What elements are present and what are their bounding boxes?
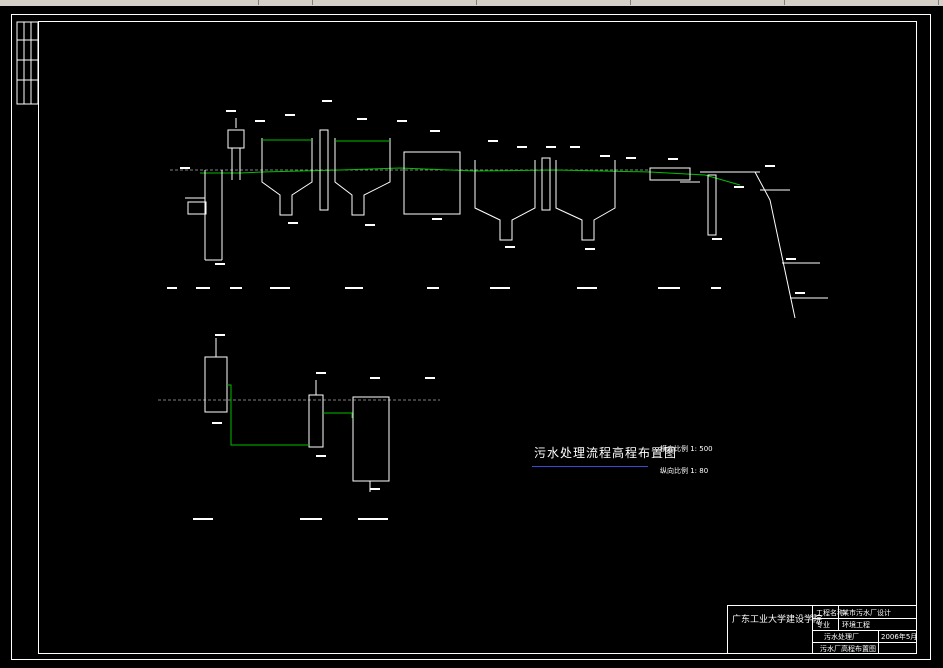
sheet-name: 污水厂高程布置图 — [820, 645, 876, 653]
unit-primary-clarifier-1 — [261, 129, 329, 216]
binding-strip — [16, 21, 39, 105]
caption-grit — [230, 287, 242, 289]
caption-sludge-pump — [193, 518, 213, 520]
caption-grid — [167, 287, 177, 289]
unit-caption-row — [167, 287, 721, 289]
unit-dewatering — [352, 396, 390, 482]
plant-name: 污水处理厂 — [824, 633, 859, 641]
title-underline — [532, 466, 648, 467]
caption-pump — [196, 287, 210, 289]
school-name: 广东工业大学建设学院 — [732, 615, 823, 625]
caption-disinfect — [658, 287, 680, 289]
project-name: 某市污水厂设计 — [842, 609, 891, 617]
caption-sc2 — [577, 287, 597, 289]
elevation-markers — [180, 100, 805, 294]
unit-outlet-well — [700, 171, 760, 236]
unit-secondary-clarifier-1 — [474, 160, 536, 241]
unit-primary-clarifier-2 — [334, 138, 391, 216]
sludge-profile — [158, 334, 440, 520]
title-block: 广东工业大学建设学院 工程名称 某市污水厂设计 专业 环境工程 污水处理厂 污水… — [727, 605, 917, 654]
caption-outlet — [711, 287, 721, 289]
water-surface-line — [200, 167, 741, 186]
caption-aeration — [427, 287, 439, 289]
caption-thickener — [300, 518, 322, 520]
caption-pc1 — [270, 287, 290, 289]
unit-grid-screen — [185, 170, 223, 261]
sheet-date: 2006年5月 — [881, 633, 918, 641]
unit-sludge-pump — [204, 356, 228, 413]
unit-pump-house — [227, 118, 245, 180]
caption-pc2 — [345, 287, 363, 289]
drawing-title: 污水处理流程高程布置图 — [534, 446, 678, 460]
major-name: 环境工程 — [842, 621, 870, 629]
unit-disinfection-tank — [649, 167, 700, 183]
unit-thickener — [308, 394, 324, 448]
horizontal-scale: 横向比例 1: 500 — [660, 445, 713, 453]
project-label: 工程名称 — [816, 609, 844, 617]
caption-sc1 — [490, 287, 510, 289]
cad-drawing-canvas[interactable] — [0, 0, 943, 668]
river-bank — [754, 171, 828, 319]
unit-aeration-tank — [403, 151, 461, 215]
sludge-pipe-2 — [323, 412, 353, 418]
hydraulic-profile — [167, 100, 828, 319]
major-label: 专业 — [816, 621, 830, 629]
vertical-scale: 纵向比例 1: 80 — [660, 467, 709, 475]
caption-dewater — [358, 518, 388, 520]
sludge-pipe-1 — [227, 384, 309, 446]
